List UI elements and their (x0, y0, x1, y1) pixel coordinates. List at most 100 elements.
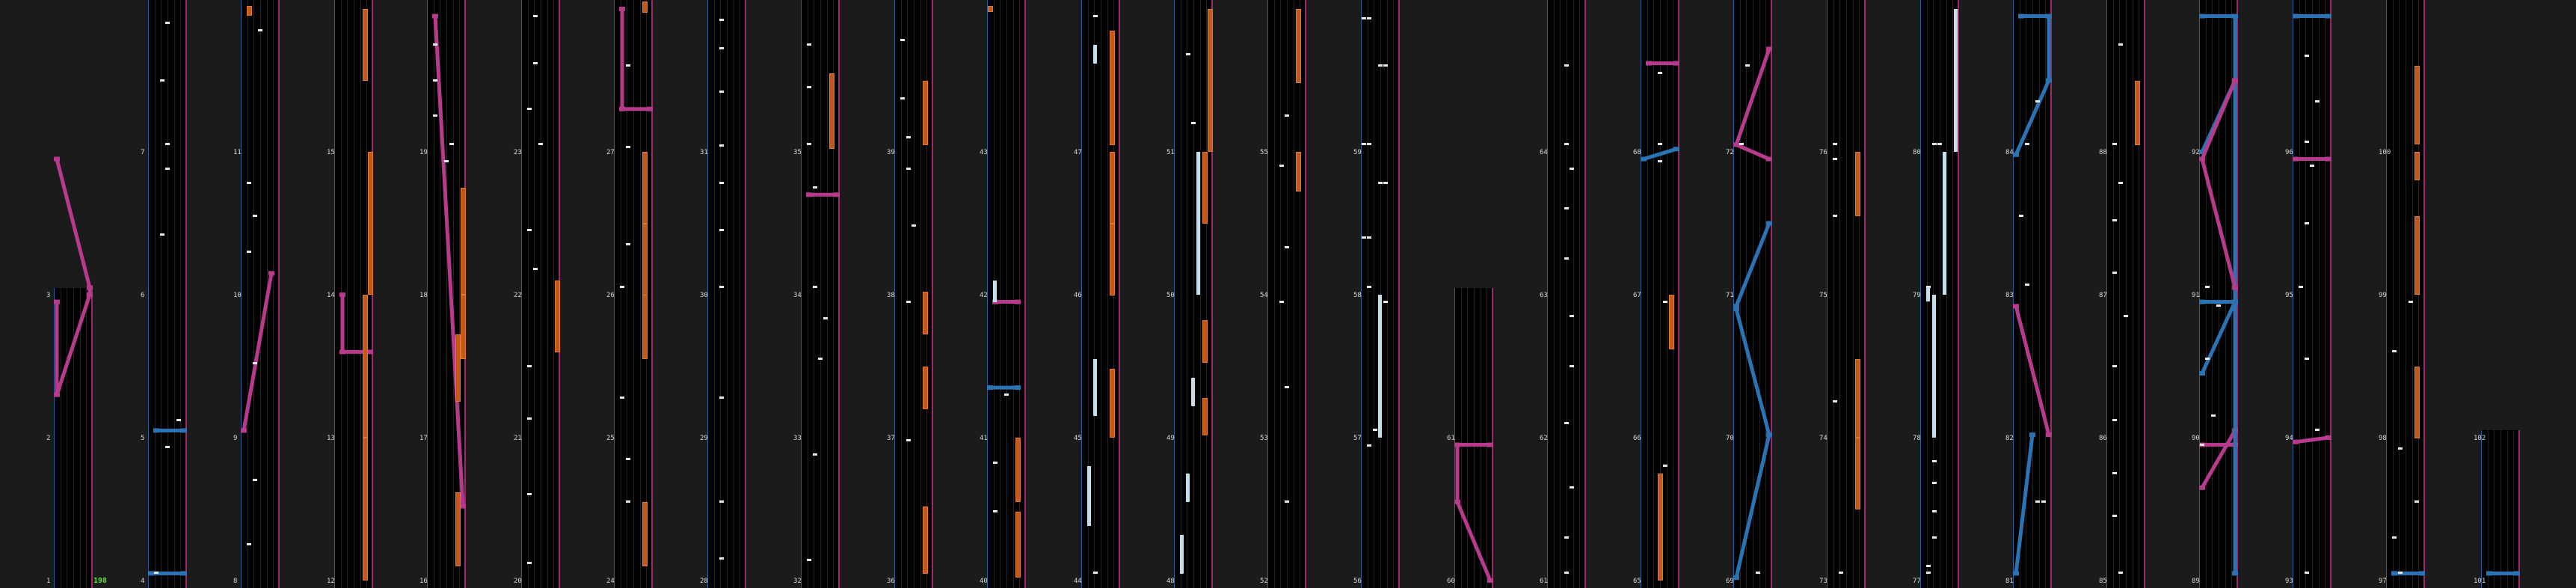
hold-note (1202, 398, 1208, 435)
combo-counter: 198 (93, 577, 108, 585)
hold-note (988, 6, 993, 12)
hold-note (1855, 359, 1860, 438)
slide-node (367, 349, 373, 355)
note (1362, 143, 1366, 145)
scratch-bar (1926, 287, 1930, 301)
note (1739, 143, 1744, 145)
slide-node (1641, 156, 1647, 162)
note (626, 458, 630, 460)
note (1926, 565, 1931, 567)
chart-column: 8 9 10 11 (233, 0, 280, 588)
note (2414, 500, 2419, 503)
note (1564, 536, 1569, 539)
slide-node (339, 349, 345, 355)
note (1279, 301, 1284, 303)
note (165, 22, 170, 24)
note (2216, 304, 2221, 307)
slide-node (181, 428, 187, 433)
slide-path (2200, 428, 2237, 489)
hold-note (642, 502, 648, 566)
note (1833, 215, 1837, 217)
note (1378, 182, 1383, 184)
measure-number: 9 (233, 435, 238, 442)
slide-layer (2486, 571, 2520, 576)
hold-note (455, 492, 461, 566)
measure-number: 3 (46, 292, 51, 299)
slide-node (2013, 304, 2019, 309)
hold-note (2414, 367, 2420, 438)
note (1285, 500, 1289, 503)
note (247, 543, 251, 545)
hold-note (1110, 369, 1115, 438)
slide-path (55, 158, 92, 397)
note (807, 143, 811, 145)
note (906, 136, 911, 138)
slide-node (834, 192, 840, 197)
hold-note (1296, 9, 1301, 83)
note (906, 301, 911, 303)
hold-note (2414, 152, 2420, 180)
slide-path (2200, 79, 2237, 289)
slide-node (1454, 442, 1460, 447)
hold-note (1202, 320, 1208, 363)
note (2398, 572, 2403, 574)
slide-node (1015, 299, 1021, 304)
slide-node (1766, 221, 1772, 226)
note (2315, 429, 2320, 431)
note (1932, 460, 1937, 462)
note (1756, 572, 1760, 574)
note (2305, 141, 2309, 143)
measure-number: 8 (233, 578, 238, 585)
hold-note (642, 1, 648, 13)
note (2041, 500, 2046, 503)
slide-node (2486, 571, 2492, 576)
note (1570, 365, 1574, 367)
slide-layer (1547, 0, 1586, 588)
slide-node (2199, 156, 2205, 162)
hold-note (1855, 152, 1860, 216)
note (1564, 143, 1569, 145)
note (2118, 572, 2123, 574)
slide-node (2013, 152, 2019, 157)
note (2112, 515, 2117, 517)
slide-path (620, 9, 650, 111)
slide-node (54, 156, 60, 162)
chart-column: 48 49 50 51 (1166, 0, 1213, 588)
note (247, 182, 251, 184)
measure-number: 6 (141, 292, 145, 299)
hold-note (2414, 216, 2420, 295)
note (823, 317, 828, 319)
slide-node (2046, 432, 2052, 438)
note (2118, 43, 2123, 46)
chart-column: 69 70 71 72 (1726, 0, 1772, 588)
note (813, 186, 817, 189)
note (2118, 182, 2123, 184)
hold-note (1855, 438, 1860, 509)
note (1186, 53, 1190, 55)
note (813, 453, 817, 456)
slide-layer (1733, 46, 1772, 581)
hold-note (555, 281, 560, 352)
note (1570, 486, 1574, 489)
note (1932, 510, 1937, 512)
hold-note (1658, 474, 1663, 581)
note (719, 229, 724, 231)
scratch-bar (1943, 152, 1946, 295)
chart-column: 81 82 83 84 (2005, 0, 2052, 588)
scratch-bar (1954, 9, 1958, 152)
note (1932, 482, 1937, 484)
chart-column: 24 25 26 27 (606, 0, 653, 588)
note (719, 500, 724, 503)
scratch-bar (1186, 474, 1190, 502)
slide-layer (1454, 442, 1493, 583)
slide-node (1487, 442, 1493, 447)
slide-node (1673, 147, 1679, 152)
slide-path (242, 272, 274, 431)
note (813, 286, 817, 288)
slide-node (2199, 485, 2205, 490)
hold-note (1669, 295, 1674, 349)
note (626, 146, 630, 148)
chart-column: 52 53 54 55 (1260, 0, 1306, 588)
note (620, 286, 624, 288)
slide-path (2014, 434, 2035, 574)
